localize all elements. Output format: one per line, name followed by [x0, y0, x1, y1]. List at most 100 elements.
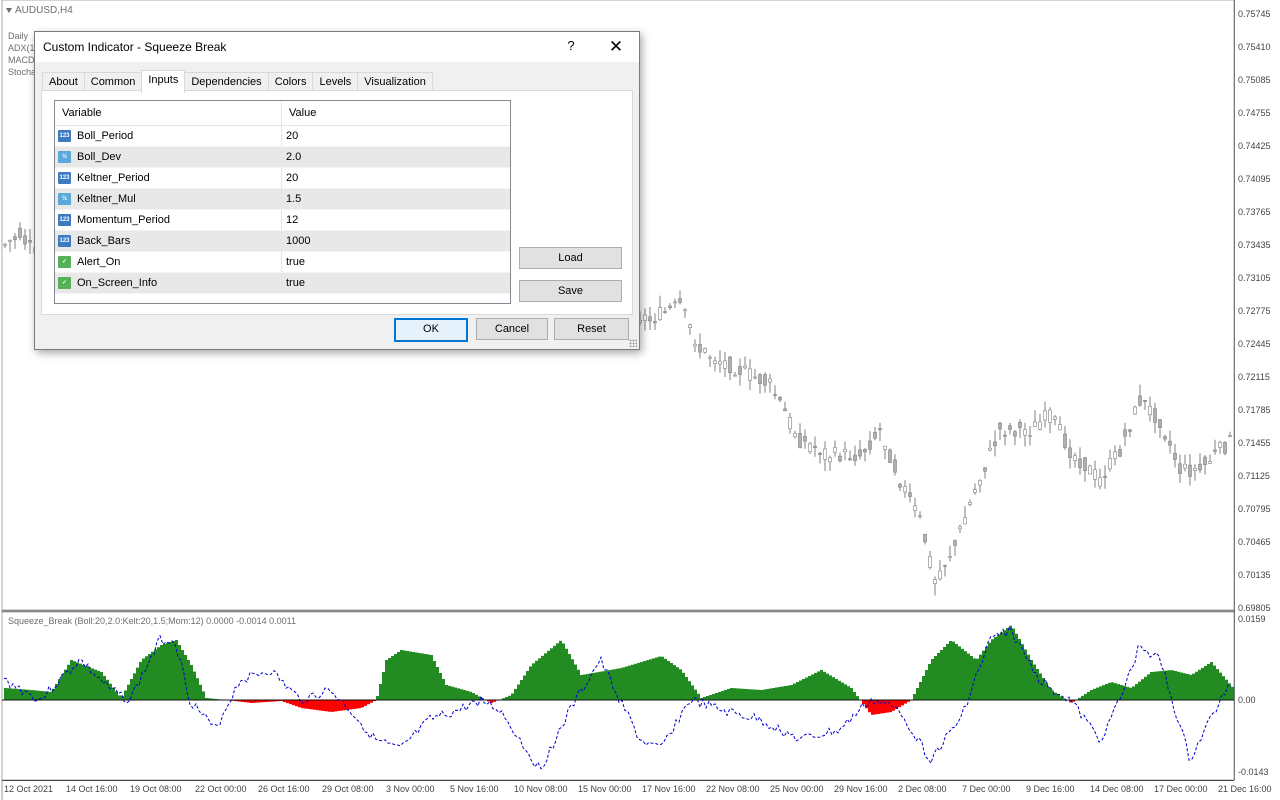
histogram-bar [178, 645, 181, 700]
date-axis-label: 29 Oct 08:00 [322, 784, 374, 794]
close-button[interactable]: ✕ [603, 36, 629, 58]
histogram-bar [562, 643, 565, 700]
indicator-name: MACD [8, 55, 35, 65]
histogram-bar [922, 676, 925, 700]
histogram-bar [664, 658, 667, 700]
candle-body [993, 441, 997, 447]
histogram-bar [109, 683, 112, 700]
histogram-bar [112, 687, 115, 700]
histogram-bar [340, 700, 343, 711]
cancel-button[interactable]: Cancel [476, 318, 548, 340]
histogram-bar [736, 688, 739, 700]
candle-body [1038, 421, 1042, 430]
histogram-bar [730, 688, 733, 700]
histogram-bar [70, 660, 73, 700]
candle-body [1123, 429, 1127, 437]
candle-body [1143, 399, 1147, 403]
histogram-bar [379, 684, 382, 700]
histogram-bar [847, 686, 850, 700]
candle-body [18, 227, 22, 238]
candle-body [658, 307, 662, 320]
histogram-bar [862, 700, 865, 705]
histogram-bar [415, 652, 418, 700]
column-header-value[interactable]: Value [282, 101, 316, 125]
param-value[interactable]: 1.5 [282, 193, 301, 205]
histogram-bar [796, 682, 799, 700]
date-axis-label: 14 Dec 08:00 [1090, 784, 1144, 794]
inputs-grid[interactable]: Variable Value 123 Boll_Period 20 ½ Boll_Dev… [54, 100, 511, 304]
histogram-bar [643, 661, 646, 700]
histogram-bar [1102, 685, 1105, 700]
tab-bar: About Common Inputs Dependencies Colors … [42, 70, 433, 93]
candle-body [1163, 436, 1167, 440]
grid-header: Variable Value [55, 101, 510, 126]
param-row[interactable]: ✓ Alert_On true [55, 252, 510, 273]
param-value[interactable]: 20 [282, 130, 298, 142]
param-type-icon: 123 [58, 130, 71, 142]
histogram-bar [1186, 674, 1189, 700]
tab-dependencies[interactable]: Dependencies [184, 72, 269, 92]
dialog-titlebar[interactable]: Custom Indicator - Squeeze Break ? ✕ [35, 32, 639, 62]
histogram-bar [805, 677, 808, 700]
histogram-bar [1096, 687, 1099, 700]
param-row[interactable]: 123 Keltner_Period 20 [55, 168, 510, 189]
indicator-list: Daily ADX(1 MACD Stocha [8, 30, 36, 78]
tab-visualization[interactable]: Visualization [357, 72, 433, 92]
tab-levels[interactable]: Levels [312, 72, 359, 92]
tab-inputs[interactable]: Inputs [141, 70, 186, 93]
param-value[interactable]: 1000 [282, 235, 310, 247]
tab-common[interactable]: Common [83, 72, 143, 92]
histogram-bar [349, 700, 352, 710]
price-axis-label: 0.73765 [1238, 207, 1271, 217]
save-button[interactable]: Save [519, 280, 622, 302]
param-row[interactable]: ½ Keltner_Mul 1.5 [55, 189, 510, 210]
candle-body [868, 440, 872, 450]
histogram-bar [454, 687, 457, 700]
histogram-bar [802, 679, 805, 700]
histogram-bar [1153, 671, 1156, 700]
histogram-bar [592, 672, 595, 700]
param-row[interactable]: 123 Momentum_Period 12 [55, 210, 510, 231]
param-type-icon: 123 [58, 235, 71, 247]
column-header-variable[interactable]: Variable [55, 101, 282, 125]
candle-body [783, 408, 787, 412]
param-name: On_Screen_Info [77, 277, 158, 289]
param-row[interactable]: 123 Boll_Period 20 [55, 126, 510, 147]
histogram-bar [436, 667, 439, 700]
histogram-bar [589, 673, 592, 700]
histogram-bar [517, 684, 520, 700]
reset-button[interactable]: Reset [554, 318, 629, 340]
param-value[interactable]: true [282, 277, 305, 289]
histogram-bar [607, 670, 610, 700]
param-name: Back_Bars [77, 235, 131, 247]
histogram-bar [385, 660, 388, 700]
param-value[interactable]: true [282, 256, 305, 268]
histogram-bar [82, 664, 85, 700]
tab-about[interactable]: About [42, 72, 85, 92]
candle-body [723, 360, 727, 369]
param-row[interactable]: 123 Back_Bars 1000 [55, 231, 510, 252]
param-value[interactable]: 2.0 [282, 151, 301, 163]
param-row[interactable]: ½ Boll_Dev 2.0 [55, 147, 510, 168]
histogram-bar [43, 691, 46, 700]
candle-body [668, 305, 672, 309]
candle-body [13, 236, 17, 240]
load-button[interactable]: Load [519, 247, 622, 269]
histogram-bar [289, 700, 292, 705]
resize-grip-icon[interactable] [629, 339, 637, 347]
symbol-label[interactable]: AUDUSD,H4 [6, 5, 73, 16]
histogram-bar [49, 691, 52, 700]
price-axis-label: 0.72115 [1238, 372, 1270, 382]
histogram-bar [604, 670, 607, 700]
histogram-bar [667, 660, 670, 700]
param-value[interactable]: 12 [282, 214, 298, 226]
candle-body [1053, 416, 1057, 420]
tab-colors[interactable]: Colors [267, 72, 314, 92]
param-row[interactable]: ✓ On_Screen_Info true [55, 273, 510, 294]
help-button[interactable]: ? [561, 38, 581, 56]
candle-body [988, 447, 992, 451]
histogram-bar [409, 651, 412, 700]
param-value[interactable]: 20 [282, 172, 298, 184]
price-axis-label: 0.75410 [1238, 42, 1271, 52]
ok-button[interactable]: OK [394, 318, 468, 342]
